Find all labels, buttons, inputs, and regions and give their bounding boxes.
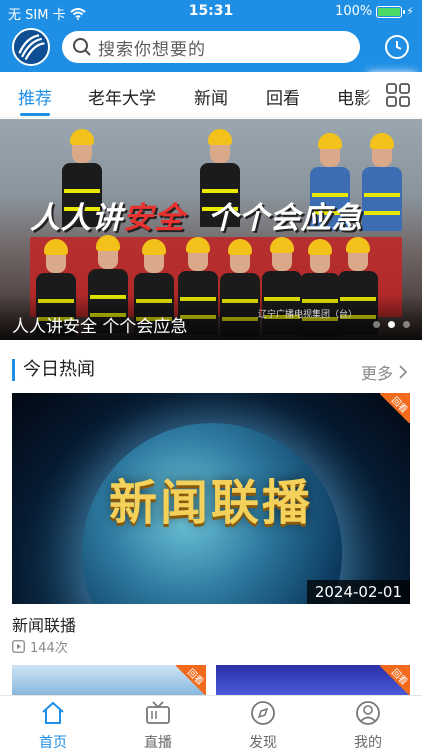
nav-profile[interactable]: 我的 bbox=[338, 696, 398, 750]
battery-icon bbox=[376, 5, 406, 18]
nav-live[interactable]: 直播 bbox=[128, 696, 188, 750]
nav-home[interactable]: 首页 bbox=[23, 696, 83, 750]
banner-slogan: 人人讲安全 个个会应急 bbox=[30, 201, 363, 236]
tv-icon bbox=[146, 701, 170, 724]
news-thumbnail[interactable]: 回看 bbox=[12, 665, 206, 695]
logo-icon bbox=[14, 30, 48, 64]
carousel-dots bbox=[373, 321, 410, 328]
home-icon bbox=[42, 701, 64, 724]
active-tab-indicator bbox=[20, 113, 50, 116]
replay-badge: 回看 bbox=[380, 665, 410, 695]
thumbnail-title-art: 新闻联播 bbox=[108, 475, 313, 531]
carousel-dot[interactable] bbox=[403, 321, 410, 328]
carousel-dot-active[interactable] bbox=[388, 321, 395, 328]
status-bar: 无 SIM 卡 15:31 100% ⚡ bbox=[0, 0, 422, 24]
firefighter-figure bbox=[362, 133, 402, 231]
bottom-nav: 首页 直播 发现 我的 bbox=[0, 695, 422, 750]
tab-news[interactable]: 新闻 bbox=[194, 84, 228, 109]
chevron-right-icon bbox=[399, 365, 408, 379]
more-link[interactable]: 更多 bbox=[361, 360, 408, 384]
banner-carousel[interactable]: 人人讲安全 个个会应急 辽宁广播电视集团（台） 人人讲安全 个个会应急 bbox=[0, 119, 422, 340]
history-clock-icon[interactable] bbox=[384, 34, 410, 60]
more-label: 更多 bbox=[360, 364, 393, 383]
featured-title[interactable]: 新闻联播 bbox=[12, 612, 76, 636]
news-thumbnail[interactable]: 回看 bbox=[216, 665, 410, 695]
featured-thumbnail[interactable]: 新闻联播 回看 2024-02-01 bbox=[12, 393, 410, 604]
battery-percent: 100% bbox=[335, 4, 373, 19]
search-icon bbox=[73, 38, 91, 56]
category-tabs: 推荐 老年大学 新闻 回看 电影 bbox=[0, 72, 422, 118]
tab-recommend[interactable]: 推荐 bbox=[18, 84, 52, 109]
tab-senior-university[interactable]: 老年大学 bbox=[88, 84, 156, 109]
replay-badge: 回看 bbox=[176, 665, 206, 695]
replay-badge: 回看 bbox=[380, 393, 410, 423]
banner-credit: 辽宁广播电视集团（台） bbox=[258, 310, 358, 320]
play-icon bbox=[12, 640, 25, 653]
charging-icon: ⚡ bbox=[406, 5, 414, 18]
section-title: 今日热闻 bbox=[12, 359, 95, 381]
grid-icon bbox=[386, 82, 410, 107]
app-header: 无 SIM 卡 15:31 100% ⚡ 搜索你想要的 bbox=[0, 0, 422, 72]
tab-movies[interactable]: 电影 bbox=[337, 84, 371, 109]
app-logo[interactable] bbox=[12, 28, 50, 66]
view-count: 144次 bbox=[12, 637, 68, 656]
user-icon bbox=[356, 701, 380, 725]
air-date: 2024-02-01 bbox=[306, 580, 410, 604]
banner-caption: 人人讲安全 个个会应急 bbox=[12, 317, 188, 337]
carousel-dot[interactable] bbox=[373, 321, 380, 328]
search-placeholder: 搜索你想要的 bbox=[98, 39, 206, 60]
compass-icon bbox=[251, 701, 275, 725]
search-input[interactable]: 搜索你想要的 bbox=[62, 31, 360, 63]
nav-discover[interactable]: 发现 bbox=[233, 696, 293, 750]
category-grid-button[interactable] bbox=[374, 72, 422, 117]
tab-replay[interactable]: 回看 bbox=[266, 84, 300, 109]
